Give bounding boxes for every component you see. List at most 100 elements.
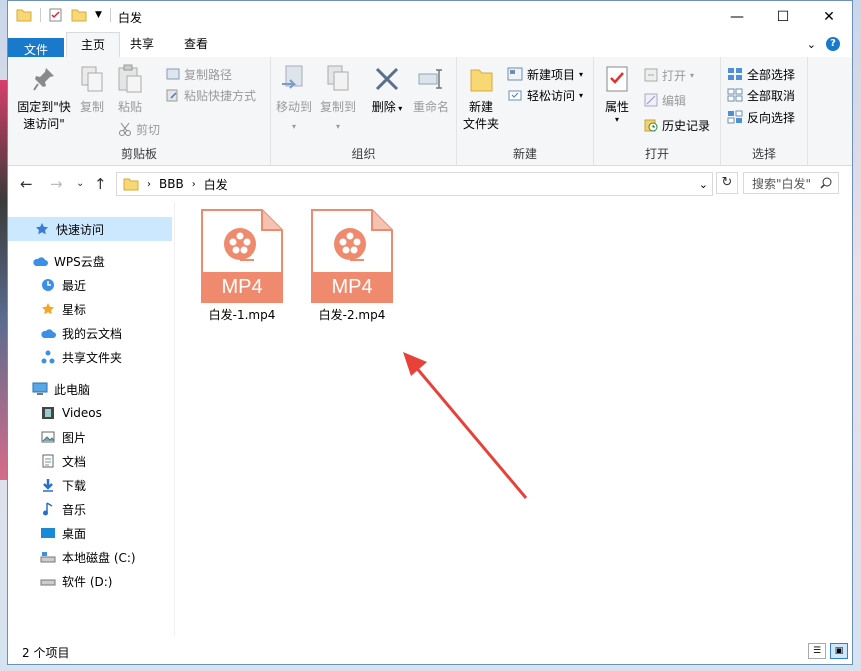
file-item[interactable]: MP4 白发-2.mp4 <box>302 208 402 323</box>
select-none-icon <box>727 88 743 102</box>
open-group: 属性 ▾ 打开 ▾ 编辑 历史记录 打开 <box>594 57 721 165</box>
copy-to-label: 复制到 <box>319 100 356 114</box>
pin-label: 固定到"快 速访问" <box>17 100 71 131</box>
tab-home[interactable]: 主页 <box>66 32 121 59</box>
sidebar-item-videos[interactable]: Videos <box>8 401 172 425</box>
scissors-icon <box>119 122 131 136</box>
star-icon <box>34 221 50 237</box>
copy-path-icon <box>166 68 180 80</box>
refresh-icon[interactable]: ↻ <box>716 172 738 194</box>
large-icons-view-icon[interactable]: ▣ <box>830 643 848 659</box>
sidebar-item-quick-access[interactable]: 快速访问 <box>8 217 172 241</box>
copy-button[interactable]: 复制 <box>76 63 108 116</box>
select-all-label: 全部选择 <box>747 67 796 82</box>
delete-label: 删除 <box>371 100 396 114</box>
sidebar-item-desktop[interactable]: 桌面 <box>8 521 172 545</box>
sidebar-item-label: 下载 <box>62 478 87 493</box>
new-folder-icon[interactable] <box>71 8 87 22</box>
picture-icon <box>40 429 56 445</box>
help-icon[interactable]: ? <box>826 37 840 51</box>
sidebar-item-label: 图片 <box>62 430 87 445</box>
delete-x-icon <box>375 67 399 91</box>
quick-access-toolbar: ▼ <box>16 8 119 22</box>
pin-quick-access-button[interactable]: 固定到"快 速访问" <box>14 63 74 133</box>
sidebar-item-drive-c[interactable]: 本地磁盘 (C:) <box>8 545 172 569</box>
sidebar-item-label: 本地磁盘 (C:) <box>62 550 136 565</box>
address-bar[interactable]: › BBB › 白发 ⌄ <box>116 172 713 196</box>
rename-button[interactable]: 重命名 <box>411 63 451 116</box>
item-count: 2 个项目 <box>22 646 70 660</box>
recent-locations-chevron-icon[interactable]: ⌄ <box>76 178 84 189</box>
sidebar-item-starred[interactable]: 星标 <box>8 297 172 321</box>
move-to-icon <box>282 65 303 89</box>
navigation-bar: ← → ⌄ ↑ › BBB › 白发 ⌄ ↻ 搜索"白发" <box>8 166 852 202</box>
new-item-button[interactable]: 新建项目 ▾ <box>507 64 583 84</box>
address-dropdown-icon[interactable]: ⌄ <box>699 178 708 191</box>
up-arrow-icon[interactable]: ↑ <box>94 175 107 193</box>
easy-access-icon <box>508 90 522 101</box>
folder-icon <box>16 9 32 22</box>
rename-label: 重命名 <box>412 100 449 114</box>
open-group-label: 打开 <box>644 147 669 161</box>
new-folder-button[interactable]: 新建 文件夹 <box>461 63 501 133</box>
desktop-icon <box>40 525 56 541</box>
breadcrumb-item[interactable]: 白发 <box>204 176 228 193</box>
sidebar-item-drive-d[interactable]: 软件 (D:) <box>8 569 172 593</box>
easy-access-button[interactable]: 轻松访问 ▾ <box>507 85 583 105</box>
back-arrow-icon[interactable]: ← <box>20 175 33 193</box>
invert-selection-button[interactable]: 反向选择 <box>727 107 795 127</box>
edit-label: 编辑 <box>662 93 687 108</box>
star-icon <box>40 301 56 317</box>
file-item[interactable]: MP4 白发-1.mp4 <box>192 208 292 323</box>
history-label: 历史记录 <box>662 118 711 133</box>
cut-button[interactable]: 剪切 <box>118 119 160 139</box>
sidebar-item-wps-cloud[interactable]: WPS云盘 <box>8 249 172 273</box>
sidebar-item-recent[interactable]: 最近 <box>8 273 172 297</box>
tab-share[interactable]: 共享 <box>116 32 168 57</box>
select-all-button[interactable]: 全部选择 <box>727 64 795 84</box>
select-none-button[interactable]: 全部取消 <box>727 85 795 105</box>
close-button[interactable]: ✕ <box>806 1 852 32</box>
history-icon <box>644 119 658 132</box>
organize-group-label: 组织 <box>351 147 376 161</box>
sidebar-item-music[interactable]: 音乐 <box>8 497 172 521</box>
paste-shortcut-button[interactable]: 粘贴快捷方式 <box>166 85 256 105</box>
sidebar-item-shared-folder[interactable]: 共享文件夹 <box>8 345 172 369</box>
details-view-icon[interactable]: ☰ <box>808 643 826 659</box>
paste-button[interactable]: 粘贴 <box>114 63 146 116</box>
minimize-button[interactable]: — <box>714 1 760 32</box>
sidebar-item-this-pc[interactable]: 此电脑 <box>8 377 172 401</box>
sidebar-item-documents[interactable]: 文档 <box>8 449 172 473</box>
sidebar-item-label: 此电脑 <box>54 382 91 397</box>
file-list-area: MP4 白发-1.mp4 MP4 白发-2.mp4 <box>175 202 852 636</box>
select-group: 全部选择 全部取消 反向选择 选择 <box>721 57 808 165</box>
copy-icon <box>81 66 103 92</box>
copy-to-button[interactable]: 复制到 ▾ <box>319 63 357 135</box>
sidebar-item-my-cloud-docs[interactable]: 我的云文档 <box>8 321 172 345</box>
sidebar-item-pictures[interactable]: 图片 <box>8 425 172 449</box>
move-to-button[interactable]: 移动到 ▾ <box>275 63 313 135</box>
history-button[interactable]: 历史记录 <box>644 115 710 135</box>
search-input[interactable]: 搜索"白发" <box>743 172 839 194</box>
edit-button[interactable]: 编辑 <box>644 90 686 110</box>
open-label: 打开 <box>662 68 687 83</box>
open-icon <box>644 68 658 82</box>
title-bar: ▼ 白发 — ☐ ✕ <box>8 1 852 32</box>
delete-button[interactable]: 删除 ▾ <box>371 63 403 117</box>
properties-button[interactable]: 属性 ▾ <box>600 63 634 124</box>
maximize-button[interactable]: ☐ <box>760 1 806 32</box>
forward-arrow-icon[interactable]: → <box>50 175 63 193</box>
move-to-label: 移动到 <box>275 100 312 114</box>
breadcrumb-item[interactable]: BBB <box>159 177 184 191</box>
collapse-ribbon-icon[interactable]: ⌄ <box>807 38 816 51</box>
properties-check-icon[interactable] <box>49 8 63 22</box>
copy-path-button[interactable]: 复制路径 <box>166 64 232 84</box>
sidebar-item-downloads[interactable]: 下载 <box>8 473 172 497</box>
chevron-down-icon[interactable]: ▼ <box>95 10 102 20</box>
tab-view[interactable]: 查看 <box>170 32 222 57</box>
open-button[interactable]: 打开 ▾ <box>644 65 694 85</box>
document-icon <box>40 453 56 469</box>
paste-shortcut-label: 粘贴快捷方式 <box>184 88 257 103</box>
sidebar-item-label: 文档 <box>62 454 87 469</box>
new-group-label: 新建 <box>512 147 537 161</box>
